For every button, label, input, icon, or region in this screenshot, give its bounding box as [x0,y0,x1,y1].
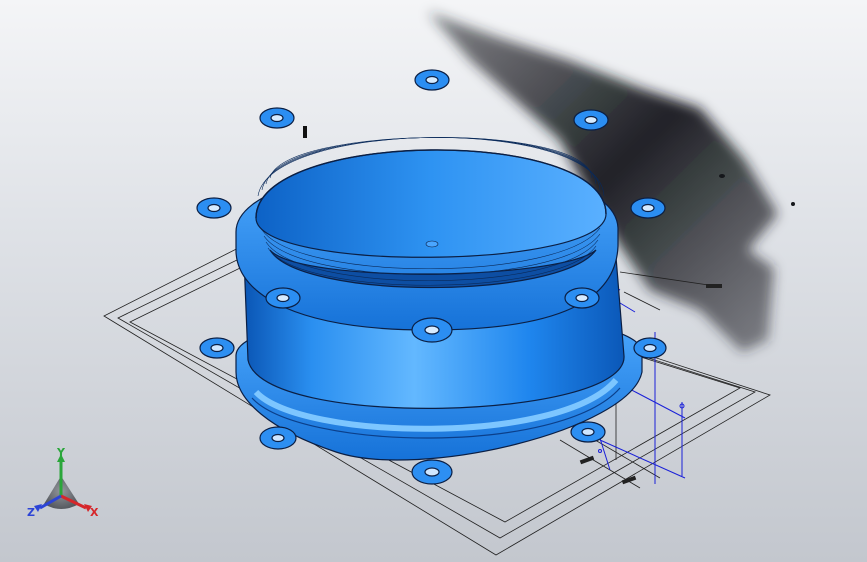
xyz-triad-icon[interactable]: Y X Z [24,446,104,523]
marker-notch [303,126,307,138]
model-scene[interactable] [0,0,867,562]
graphics-viewport[interactable]: Y X Z [0,0,867,562]
y-axis-label: Y [56,448,66,459]
x-axis-label: X [90,506,99,519]
z-axis-label: Z [27,506,35,519]
